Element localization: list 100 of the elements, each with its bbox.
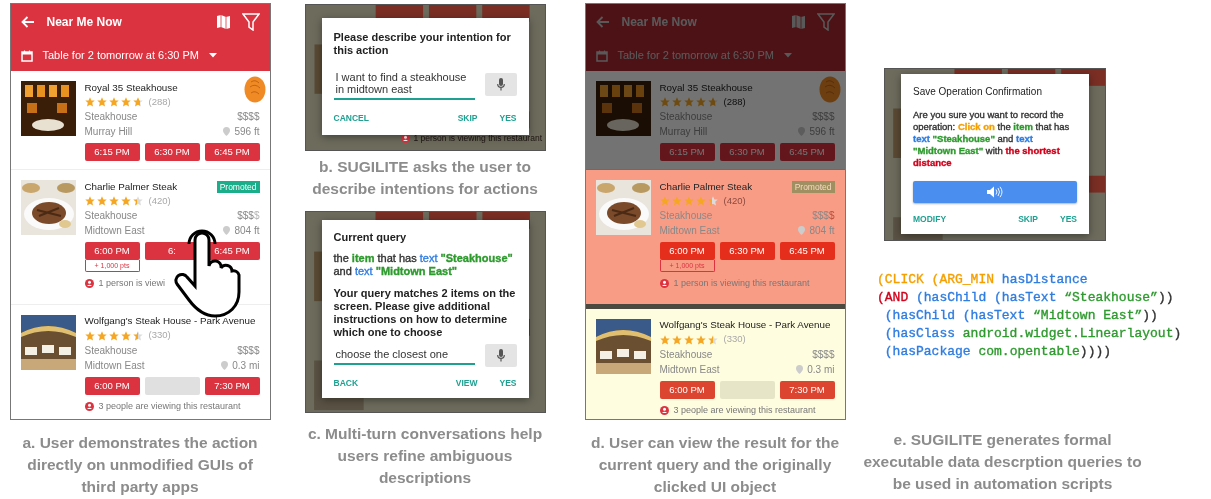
map-icon[interactable] xyxy=(216,15,230,29)
back-arrow-icon[interactable] xyxy=(20,16,35,28)
figure-caption: a. User demonstrates the action directly on unmodified GUIs of third party apps xyxy=(21,433,259,497)
star-icon xyxy=(659,196,670,206)
dialog-title: Please describe your intention for this action xyxy=(333,31,512,57)
location-pin-icon xyxy=(798,226,806,235)
star-icon xyxy=(683,334,694,345)
dialog-action-button[interactable]: BACK xyxy=(333,377,359,390)
time-slot-button[interactable]: 6:00 PM xyxy=(659,380,715,399)
time-slot-button[interactable]: 6:15 PM xyxy=(659,143,715,161)
star-icon xyxy=(671,196,682,206)
query-description: the item that has text "Steakhouse" and text "Midtown East" xyxy=(333,252,514,278)
cuisine-label: Steakhouse xyxy=(659,347,713,362)
filter-icon[interactable] xyxy=(241,13,260,31)
star-icon xyxy=(132,97,143,107)
star-icon xyxy=(108,97,119,107)
empty-time-slot xyxy=(144,376,200,395)
review-count: (330) xyxy=(723,332,746,347)
star-icon xyxy=(659,334,670,345)
star-icon xyxy=(683,97,694,107)
viewers-note: 3 people are viewing this restaurant xyxy=(98,399,241,413)
neighborhood-label: Midtown East xyxy=(659,362,720,377)
microphone-button[interactable] xyxy=(484,73,517,96)
dialog-action-button[interactable]: SKIP xyxy=(457,112,478,125)
star-icon xyxy=(132,330,143,341)
dialog-action-button[interactable]: YES xyxy=(499,377,517,390)
review-count: (420) xyxy=(723,193,746,208)
restaurant-name: Royal 35 Steakhouse xyxy=(84,80,178,95)
time-slot-button[interactable]: 6:45 PM xyxy=(204,143,260,161)
input-field[interactable]: I want to find a steakhouse in midtown east xyxy=(333,69,475,100)
time-slot-button[interactable]: 6:00 PM xyxy=(84,242,140,260)
review-count: (288) xyxy=(148,94,171,109)
code-line: (hasChild (hasText “Midtown East”)) xyxy=(883,307,1159,325)
star-icon xyxy=(84,330,95,341)
time-slot-button[interactable]: 6:45 PM xyxy=(779,242,835,260)
time-slot-button[interactable]: 6:30 PM xyxy=(144,143,200,161)
time-slot-button[interactable]: 6:45 PM xyxy=(779,143,835,161)
restaurant-name: Wolfgang's Steak House - Park Avenue xyxy=(84,314,256,329)
screen-title: Near Me Now xyxy=(46,14,123,31)
time-slot-button[interactable]: 6:30 PM xyxy=(719,242,775,260)
distance-label: 596 ft xyxy=(234,125,260,139)
location-pin-icon xyxy=(223,127,231,136)
speaker-icon xyxy=(987,186,1003,198)
distance-label: 804 ft xyxy=(809,224,835,238)
star-icon xyxy=(120,330,131,341)
distance-label: 0.3 mi xyxy=(807,362,835,377)
time-slot-button[interactable]: 6:00 PM xyxy=(659,242,715,260)
time-slot-button[interactable]: 7:30 PM xyxy=(204,376,260,395)
price-level: $$$$ xyxy=(237,209,260,223)
microphone-icon xyxy=(496,349,505,362)
dialog-action-button[interactable]: SKIP xyxy=(1018,213,1038,226)
star-icon xyxy=(683,196,694,206)
viewers-note: 1 person is viewing this restaurant xyxy=(673,277,810,290)
restaurant-name: Royal 35 Steakhouse xyxy=(659,80,753,95)
dialog-action-button[interactable]: YES xyxy=(1060,213,1077,226)
reservation-selector[interactable]: Table for 2 tomorrow at 6:30 PM xyxy=(42,47,199,64)
dialog-action-button[interactable]: VIEW xyxy=(455,377,478,390)
code-line: (AND (hasChild (hasText “Steakhouse”)) xyxy=(877,289,1175,307)
time-slot-button[interactable]: 7:30 PM xyxy=(779,380,835,399)
code-line: (hasClass android.widget.Linearlayout) xyxy=(883,325,1182,343)
dialog-action-button[interactable]: MODIFY xyxy=(913,213,947,226)
star-icon xyxy=(707,334,718,345)
dialog-action-button[interactable]: CANCEL xyxy=(333,112,369,125)
microphone-button[interactable] xyxy=(484,344,517,367)
cuisine-label: Steakhouse xyxy=(84,110,138,124)
viewers-note: 1 person is viewing this restaurant xyxy=(413,132,542,145)
code-line: (CLICK (ARG_MIN hasDistance xyxy=(877,271,1089,289)
viewers-note: 3 people are viewing this restaurant xyxy=(673,403,816,417)
person-icon xyxy=(659,279,669,289)
figure-caption: e. SUGILITE generates formal executable data descrption queries to be used in automation scripts xyxy=(862,430,1143,494)
location-pin-icon xyxy=(796,364,804,374)
star-icon xyxy=(84,97,95,107)
calendar-icon xyxy=(595,49,608,62)
review-count: (420) xyxy=(148,193,171,208)
dialog-action-button[interactable]: YES xyxy=(499,112,517,125)
input-field[interactable]: choose the closest one xyxy=(333,346,475,365)
star-icon xyxy=(108,196,119,206)
viewers-note: 1 person is viewi xyxy=(98,277,166,290)
price-level: $$$$ xyxy=(812,209,835,223)
star-icon xyxy=(120,196,131,206)
time-slot-button[interactable]: 6:30 PM xyxy=(719,143,775,161)
restaurant-card[interactable]: Wolfgang's Steak House - Park Avenue (330) Steakhouse $$$$ Midtown East 0.3 mi 6:00 PM 7:30 PM 3 people are viewing this restaurant xyxy=(585,308,845,419)
neighborhood-label: Murray Hill xyxy=(84,125,133,139)
location-pin-icon xyxy=(221,360,229,370)
dropdown-caret-icon[interactable] xyxy=(209,53,217,58)
star-icon xyxy=(108,330,119,341)
star-icon xyxy=(707,97,718,107)
dialog-message: Are you sure you want to record the operation: Click on the item that has text "Steakhouse" and text "Midtown East" with the shortest distance xyxy=(913,109,1071,169)
figure-caption: b. SUGILITE asks the user to describe intentions for actions xyxy=(311,157,539,199)
time-slot-button[interactable]: 6:00 PM xyxy=(84,376,140,395)
screen-title: Near Me Now xyxy=(621,14,698,31)
star-icon xyxy=(659,97,670,107)
star-icon xyxy=(707,196,718,206)
price-level: $$$$ xyxy=(812,110,835,124)
reservation-selector[interactable]: Table for 2 tomorrow at 6:30 PM xyxy=(617,47,774,64)
price-level: $$$$ xyxy=(812,347,835,362)
star-icon xyxy=(695,97,706,107)
star-icon xyxy=(96,330,107,341)
time-slot-button[interactable]: 6:15 PM xyxy=(84,143,140,161)
promoted-tag: Promoted xyxy=(216,181,260,193)
